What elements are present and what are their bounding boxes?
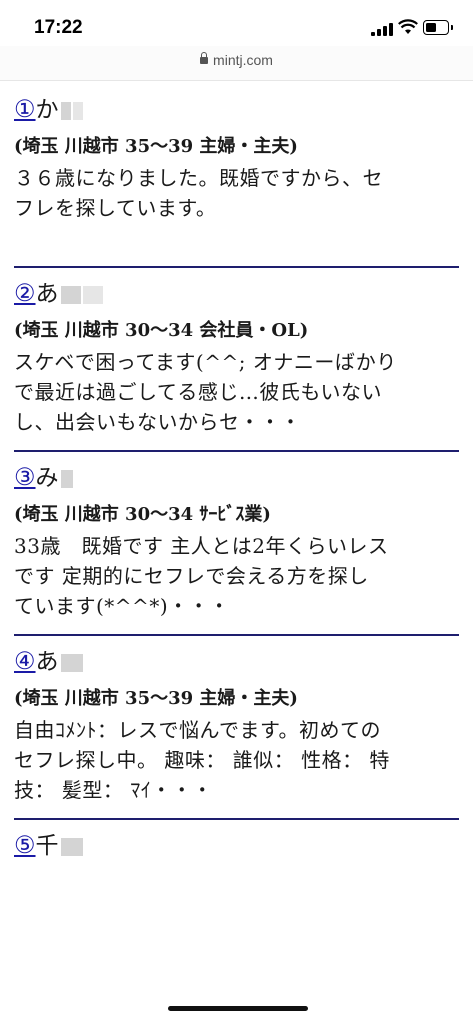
entry-message: ３６歳になりました。既婚ですから、セ フレを探しています。 bbox=[14, 166, 383, 220]
list-item: ①か (埼玉 川越市 35〜39 主婦・主夫) ３６歳になりました。既婚ですから… bbox=[14, 92, 459, 276]
entry-meta: (埼玉 川越市 30〜34 会社員・OL) bbox=[14, 320, 309, 341]
entry-meta: (埼玉 川越市 35〜39 主婦・主夫) bbox=[14, 136, 298, 157]
blurred-name bbox=[60, 470, 73, 488]
entry-name: あ bbox=[35, 649, 59, 675]
entry-number-link[interactable]: ⑤ bbox=[14, 831, 36, 859]
blurred-name bbox=[82, 286, 103, 304]
divider bbox=[14, 450, 459, 452]
entry-name: み bbox=[35, 465, 59, 491]
entry-number-link[interactable]: ② bbox=[14, 279, 36, 307]
entry-number-link[interactable]: ① bbox=[14, 95, 36, 123]
divider bbox=[14, 266, 459, 268]
battery-icon bbox=[423, 20, 453, 35]
blurred-name bbox=[72, 102, 83, 120]
entry-message: 33歳 既婚です 主人とは2年くらいレス です 定期的にセフレで会える方を探し … bbox=[14, 534, 389, 618]
divider bbox=[14, 634, 459, 636]
profile-list: ①か (埼玉 川越市 35〜39 主婦・主夫) ３６歳になりました。既婚ですから… bbox=[14, 92, 459, 868]
wifi-icon bbox=[398, 19, 418, 34]
list-item: ③み (埼玉 川越市 30〜34 ｻｰﾋﾞｽ業) 33歳 既婚です 主人とは2年… bbox=[14, 460, 459, 644]
blurred-name bbox=[60, 838, 83, 856]
entry-meta: (埼玉 川越市 30〜34 ｻｰﾋﾞｽ業) bbox=[14, 504, 271, 525]
entry-name: か bbox=[35, 97, 59, 123]
list-item: ②あ (埼玉 川越市 30〜34 会社員・OL) スケベで困ってます(^^; オ… bbox=[14, 276, 459, 460]
url-text: mintj.com bbox=[213, 52, 273, 68]
blurred-name bbox=[60, 102, 71, 120]
list-item: ④あ (埼玉 川越市 35〜39 主婦・主夫) 自由ｺﾒﾝﾄ：レスで悩んでます。… bbox=[14, 644, 459, 828]
address-bar[interactable]: mintj.com bbox=[0, 46, 473, 81]
list-item: ⑤千 bbox=[14, 828, 459, 868]
entry-name: 千 bbox=[35, 833, 59, 859]
entry-number-link[interactable]: ④ bbox=[14, 647, 36, 675]
entry-number-link[interactable]: ③ bbox=[14, 463, 36, 491]
entry-message: 自由ｺﾒﾝﾄ：レスで悩んでます。初めての セフレ探し中。 趣味： 誰似： 性格：… bbox=[14, 718, 390, 802]
entry-name: あ bbox=[35, 281, 59, 307]
status-time: 17:22 bbox=[34, 17, 83, 38]
entry-message: スケベで困ってます(^^; オナニーばかり で最近は過ごしてる感じ…彼氏もいない… bbox=[14, 350, 397, 434]
entry-meta: (埼玉 川越市 35〜39 主婦・主夫) bbox=[14, 688, 298, 709]
cellular-signal-icon bbox=[371, 22, 393, 36]
home-indicator[interactable] bbox=[168, 1006, 308, 1011]
status-bar: 17:22 bbox=[0, 0, 473, 46]
divider bbox=[14, 818, 459, 820]
blurred-name bbox=[60, 654, 83, 672]
lock-icon bbox=[200, 51, 209, 64]
blurred-name bbox=[60, 286, 81, 304]
